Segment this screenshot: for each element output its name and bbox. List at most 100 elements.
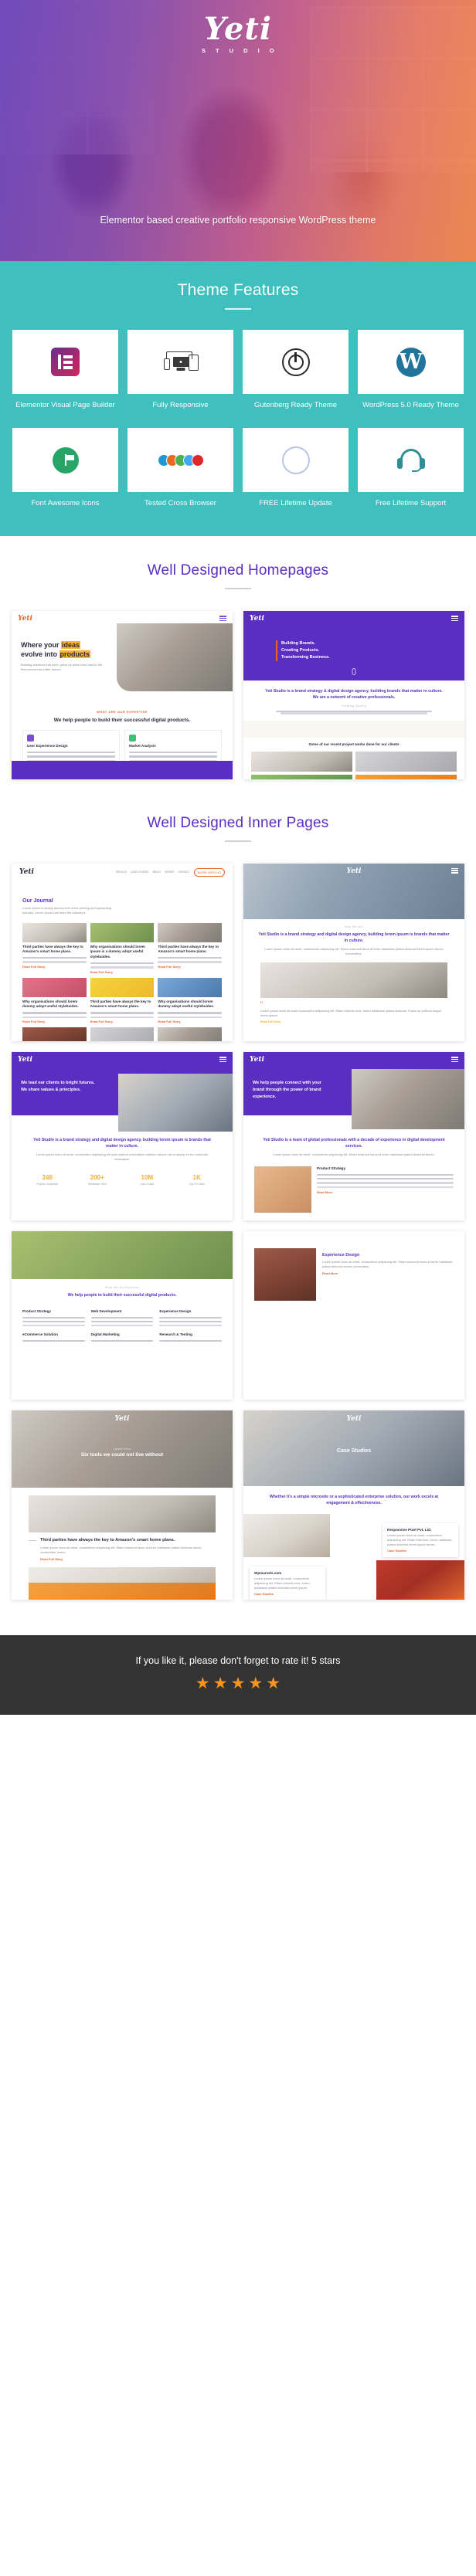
page-subtitle: Lorem Ipsum is simply dummy text of the … — [22, 905, 112, 915]
case-title[interactable]: Wpmarvels.com — [254, 1571, 321, 1575]
work-with-us-button[interactable]: WORK WITH US — [193, 867, 225, 877]
browsers-icon — [157, 453, 204, 467]
read-more-link[interactable]: Read More — [322, 1271, 454, 1275]
innerpage-preview-blog-journal[interactable]: Yeti SERVICE CASE STUDIES ABOUT WORKS CO… — [12, 863, 233, 1041]
read-more-link[interactable]: Read Full Story — [90, 970, 155, 974]
star-icon[interactable]: ★ — [196, 1675, 210, 1692]
post-eyebrow: Latest Post — [113, 1447, 131, 1451]
mini-logo: Yeti — [19, 868, 34, 876]
feature-label: Font Awesome Icons — [31, 499, 100, 508]
innerpage-preview-about-2[interactable]: Yeti We lead our clients to bright futur… — [12, 1051, 233, 1220]
star-icon[interactable]: ★ — [213, 1675, 228, 1692]
elementor-icon — [51, 348, 80, 376]
nav-item[interactable]: CONTACT — [178, 871, 189, 874]
mini-logo: Yeti — [18, 1055, 32, 1064]
hero-tagline: Elementor based creative portfolio respo… — [100, 214, 376, 226]
features-grid-row-1: Elementor Visual Page Builder Fully Resp… — [0, 330, 476, 411]
innerpages-title: Well Designed Inner Pages — [147, 814, 329, 831]
service-name: eCommerce Solution — [22, 1332, 58, 1337]
case-title[interactable]: Responsive Pixel Pvt. Ltd. — [387, 1528, 454, 1532]
scroll-indicator-icon — [352, 667, 356, 675]
quote-link[interactable]: Read Full Story — [260, 1020, 447, 1023]
feature-card-cross-browser[interactable]: Tested Cross Browser — [128, 428, 233, 509]
post-title[interactable]: Third parties have always the key to Ama… — [90, 1000, 155, 1010]
nav-item[interactable]: CASE STUDIES — [131, 871, 148, 874]
hero-headline-part2: evolve into — [21, 650, 60, 658]
innerpages-section: Well Designed Inner Pages Yeti SERVICE C… — [0, 786, 476, 1607]
feature-card-font-awesome[interactable]: Font Awesome Icons — [12, 428, 118, 509]
read-more-link[interactable]: Read Full Story — [22, 1020, 87, 1023]
post-title[interactable]: Third parties have always the key to Ama… — [22, 945, 87, 955]
read-more-link[interactable]: Read Full Story — [22, 965, 87, 969]
hamburger-menu-icon[interactable] — [451, 1057, 458, 1062]
title-dash — [29, 1539, 36, 1541]
page-hero-title: Case Studies — [337, 1448, 371, 1454]
star-icon[interactable]: ★ — [266, 1675, 280, 1692]
innerpage-preview-service-detail[interactable]: What We Do Expertise We help people to b… — [12, 1230, 233, 1400]
mini-logo: Yeti — [250, 614, 264, 623]
post-title[interactable]: Third parties have always the key to Ama… — [158, 945, 222, 955]
homepages-title: Well Designed Homepages — [147, 562, 329, 579]
read-more-link[interactable]: Read Full Story — [158, 1020, 222, 1023]
case-link[interactable]: Case Studies — [387, 1549, 454, 1553]
hero-headline: Building Brands. Creating Products. Tran… — [276, 640, 464, 661]
service-name: Web Development — [90, 1308, 122, 1313]
read-more-link[interactable]: Read More — [317, 1190, 454, 1194]
star-icon[interactable]: ★ — [248, 1675, 263, 1692]
features-title: Theme Features — [177, 281, 299, 299]
hamburger-menu-icon[interactable] — [219, 1057, 226, 1062]
innerpage-preview-blog-single[interactable]: Yeti Latest Post Six tools we could not … — [12, 1410, 233, 1600]
feature-label: FREE Lifetime Update — [259, 499, 332, 508]
service-body: Lorem ipsum dolor sit amet, consectetur … — [322, 1259, 453, 1268]
title-divider — [225, 840, 251, 842]
feature-label: Fully Responsive — [152, 401, 209, 409]
nav-item[interactable]: WORKS — [165, 871, 174, 874]
feature-card-lifetime-update[interactable]: FREE Lifetime Update — [243, 428, 348, 509]
service-card-title: Market Analysis — [129, 744, 156, 748]
service-name: Digital Marketing — [90, 1332, 120, 1337]
post-title[interactable]: Why organisations should lorem dummy ado… — [22, 1000, 87, 1010]
feature-card-wordpress[interactable]: W WordPress 5.0 Ready Theme — [358, 330, 464, 411]
feature-card-gutenberg[interactable]: Gutenberg Ready Theme — [243, 330, 348, 411]
quote-icon: “ — [260, 1000, 263, 1009]
post-title[interactable]: Why organisations should lorem ipsum is … — [90, 945, 155, 961]
feature-card-responsive[interactable]: Fully Responsive — [128, 330, 233, 411]
read-more-link[interactable]: Read Full Story — [40, 1557, 216, 1561]
innerpage-preview-case-studies[interactable]: Yeti Case Studies Whether it's a simple … — [243, 1410, 464, 1600]
read-more-link[interactable]: Read Full Story — [158, 965, 222, 969]
homepage-preview-2[interactable]: Yeti Building Brands. Creating Products.… — [243, 610, 464, 779]
post-title[interactable]: Third parties have always the key to Ama… — [40, 1537, 216, 1543]
hamburger-menu-icon[interactable] — [451, 867, 458, 874]
hamburger-menu-icon[interactable] — [451, 616, 458, 621]
case-link[interactable]: Case Studies — [254, 1592, 321, 1596]
innerpage-preview-services[interactable]: Yeti We help people connect with your br… — [243, 1051, 464, 1220]
star-icon[interactable]: ★ — [231, 1675, 246, 1692]
post-title[interactable]: Why organisations should lorem dummy ado… — [158, 1000, 222, 1010]
nav-item[interactable]: ABOUT — [152, 871, 161, 874]
card-icon — [27, 735, 34, 742]
section-body: Lorem ipsum dolor sit amet, consectetur … — [264, 947, 444, 956]
brand-logo: Yeti S T U D I O — [198, 14, 278, 55]
section-heading: Whether it's a simple microsite or a sop… — [269, 1494, 439, 1505]
innerpage-preview-service-detail-2[interactable]: Experience Design Lorem ipsum dolor sit … — [243, 1230, 464, 1400]
responsive-devices-icon — [163, 350, 199, 375]
feature-card-elementor[interactable]: Elementor Visual Page Builder — [12, 330, 118, 411]
stat-value: 248 — [42, 1174, 53, 1182]
feature-card-support[interactable]: Free Lifetime Support — [358, 428, 464, 509]
read-more-link[interactable]: Read Full Story — [90, 1020, 155, 1023]
stat-label: Lines Coded — [140, 1183, 155, 1186]
stat-label: Projects Completed — [36, 1183, 59, 1186]
feature-label: WordPress 5.0 Ready Theme — [362, 401, 459, 409]
innerpage-preview-about[interactable]: Yeti Who We Are Yeti Studio is a brand s… — [243, 863, 464, 1041]
flag-icon — [52, 446, 79, 473]
nav-item[interactable]: SERVICE — [116, 871, 127, 874]
hero-subtext: Building solutions that work, piece by p… — [21, 662, 103, 671]
features-grid-row-2: Font Awesome Icons Tested Cross Browser … — [0, 428, 476, 509]
innerpage-row-2: Yeti We lead our clients to bright futur… — [0, 1051, 476, 1220]
hamburger-menu-icon[interactable] — [219, 616, 226, 621]
homepage-preview-1[interactable]: Yeti Where your ideas evolve into produc… — [12, 610, 233, 779]
service-name: Research & Testing — [159, 1332, 192, 1337]
section-body: Lorem ipsum dolor sit amet, consectetur … — [273, 1152, 435, 1157]
star-rating[interactable]: ★ ★ ★ ★ ★ — [0, 1675, 476, 1692]
title-divider — [225, 587, 251, 589]
